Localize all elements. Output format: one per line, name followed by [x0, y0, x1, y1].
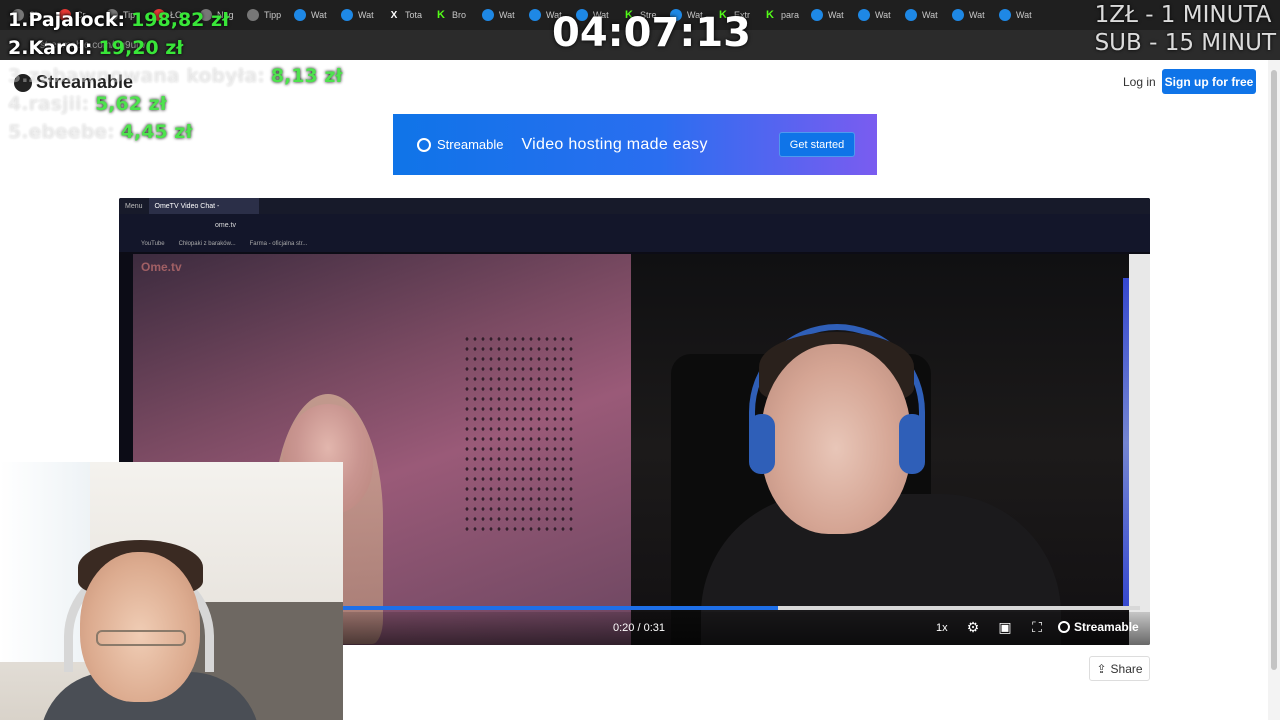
share-label: Share — [1110, 661, 1143, 676]
browser-tab[interactable]: Wat — [952, 4, 998, 26]
tab-favicon-icon — [905, 9, 917, 21]
ranking-name: 3.zabawnowana kobyła: — [8, 65, 265, 87]
video-feed-right — [631, 254, 1129, 645]
bookmark-youtube: YouTube — [141, 241, 165, 247]
inner-browser-tabs: Menu OmeTV Video Chat - — [119, 198, 1150, 214]
ranking-row: 3.zabawnowana kobyła: 8,13 zł — [8, 62, 342, 90]
browser-tab[interactable]: Wat — [905, 4, 951, 26]
streamer-face — [80, 552, 200, 702]
banner-logo: Streamable — [417, 137, 503, 152]
ranking-row: 2.Karol: 19,20 zł — [8, 34, 342, 62]
tab-favicon-icon — [341, 9, 353, 21]
browser-tab[interactable]: Wat — [999, 4, 1045, 26]
ranking-name: 4.rasjii: — [8, 93, 90, 115]
tab-label: Bro — [452, 10, 467, 20]
browser-tab[interactable]: Wat — [341, 4, 387, 26]
login-link[interactable]: Log in — [1123, 75, 1156, 89]
browser-tab[interactable]: Wat — [858, 4, 904, 26]
wall-decoration — [463, 334, 573, 534]
glasses — [96, 630, 186, 646]
inner-url-text: ome.tv — [215, 221, 237, 229]
scrollbar-thumb[interactable] — [1271, 70, 1277, 670]
donation-ranking: 1.Pajalock: 198,82 zł 2.Karol: 19,20 zł 3.za… — [8, 6, 342, 146]
inner-address-bar: ome.tv — [119, 214, 1150, 236]
ranking-amount: 198,82 zł — [131, 9, 230, 31]
tab-label: Wat — [875, 10, 891, 20]
browser-tab[interactable]: Wat — [811, 4, 857, 26]
inner-bookmarks-bar: YouTube Chłopaki z baraków... Farma - of… — [119, 236, 1150, 252]
tab-favicon-icon: K — [437, 9, 445, 21]
inner-tab-ometv: OmeTV Video Chat - — [148, 198, 259, 214]
browser-tab[interactable]: Kpara — [764, 4, 810, 26]
picture-in-picture-icon[interactable]: ▣ — [996, 618, 1014, 636]
time-display: 0:20 / 0:31 — [613, 622, 665, 634]
ranking-row: 1.Pajalock: 198,82 zł — [8, 6, 342, 34]
get-started-button[interactable]: Get started — [779, 132, 855, 157]
tab-label: para — [781, 10, 800, 20]
screen: Sk Cr Tip ŁO Nag Tipp Wat Wat X Tota K Bro Wat Wat Wat… — [0, 0, 1280, 720]
share-icon: ⇪ — [1096, 661, 1107, 676]
streamer-webcam — [0, 462, 343, 720]
tab-label: Wat — [1016, 10, 1032, 20]
stream-timer: 04:07:13 — [552, 10, 751, 56]
settings-gear-icon[interactable]: ⚙ — [964, 618, 982, 636]
tab-favicon-icon: K — [766, 9, 774, 21]
ranking-name: 1.Pajalock: — [8, 9, 126, 31]
banner-tagline: Video hosting made easy — [521, 135, 708, 153]
page-scrollbar[interactable] — [1268, 60, 1280, 720]
tab-label: Wat — [828, 10, 844, 20]
tab-label: Wat — [922, 10, 938, 20]
promo-line-1: 1ZŁ - 1 MINUTA — [1094, 2, 1272, 28]
ranking-name: 5.ebeebe: — [8, 121, 115, 143]
streamable-logo-icon — [1058, 621, 1070, 633]
headphone-right — [899, 414, 925, 474]
streamable-player-logo[interactable]: Streamable — [1058, 620, 1139, 634]
ranking-amount: 8,13 zł — [270, 65, 343, 87]
ranking-amount: 19,20 zł — [98, 37, 184, 59]
inner-menu-button: Menu — [125, 202, 143, 210]
browser-tab[interactable]: X Tota — [388, 4, 434, 26]
bookmark-farma: Farma - oficjalna str... — [249, 241, 308, 247]
tab-favicon-icon — [858, 9, 870, 21]
bookmark-chlopaki: Chłopaki z baraków... — [178, 241, 236, 247]
promo-text: 1ZŁ - 1 MINUTA SUB - 15 MINUT — [1095, 2, 1276, 58]
tab-favicon-icon — [952, 9, 964, 21]
share-button[interactable]: ⇪ Share — [1089, 656, 1150, 681]
ranking-amount: 4,45 zł — [120, 121, 193, 143]
ranking-row: 5.ebeebe: 4,45 zł — [8, 118, 342, 146]
tab-favicon-icon: X — [390, 9, 398, 21]
person-face — [761, 344, 911, 534]
ranking-name: 2.Karol: — [8, 37, 93, 59]
signup-button[interactable]: Sign up for free — [1162, 69, 1256, 94]
player-brand-text: Streamable — [1074, 620, 1139, 634]
tab-label: Wat — [969, 10, 985, 20]
browser-tab[interactable]: Wat — [482, 4, 528, 26]
tab-favicon-icon — [811, 9, 823, 21]
playback-speed-button[interactable]: 1x — [936, 622, 948, 634]
ometv-logo: Ome.tv — [141, 260, 182, 274]
tab-favicon-icon — [999, 9, 1011, 21]
tab-label: Wat — [499, 10, 515, 20]
streamable-banner-icon — [417, 137, 431, 152]
browser-tab[interactable]: K Bro — [435, 4, 481, 26]
ranking-row: 4.rasjii: 5,62 zł — [8, 90, 342, 118]
tab-favicon-icon — [482, 9, 494, 21]
streamable-banner[interactable]: Streamable Video hosting made easy Get s… — [393, 114, 877, 175]
ranking-amount: 5,62 zł — [95, 93, 167, 115]
headphone-left — [749, 414, 775, 474]
tab-favicon-icon — [529, 9, 541, 21]
tab-label: Wat — [358, 10, 374, 20]
promo-line-2: SUB - 15 MINUT — [1094, 30, 1276, 56]
inner-scrollbar — [1129, 254, 1150, 645]
fullscreen-icon[interactable]: ⛶ — [1028, 618, 1046, 636]
banner-logo-text: Streamable — [437, 137, 504, 152]
tab-label: Tota — [405, 10, 423, 20]
